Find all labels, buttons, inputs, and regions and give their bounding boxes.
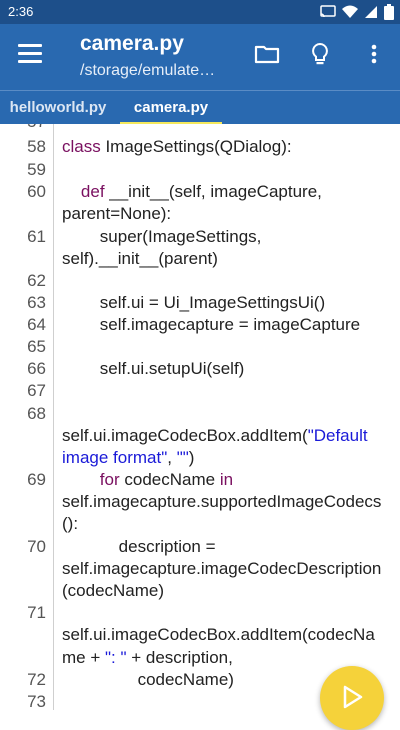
tab-label: helloworld.py (9, 99, 107, 116)
line-number: 72 (27, 670, 46, 689)
code-line-wrap: parent=None): (62, 204, 172, 223)
run-button[interactable] (320, 666, 384, 730)
menu-icon (18, 44, 42, 63)
open-folder-button[interactable] (253, 40, 281, 68)
code-line-wrap: self.imagecapture.imageCodecDescription (62, 559, 382, 578)
status-bar: 2:36 (0, 0, 400, 24)
line-number: 69 (27, 470, 46, 489)
line-number: 60 (27, 182, 46, 201)
code-line: for codecName in (62, 469, 400, 491)
string-literal: ": " (105, 648, 127, 667)
status-time: 2:36 (8, 4, 34, 19)
file-title: camera.py (80, 32, 184, 55)
suggestions-button[interactable] (306, 40, 334, 68)
keyword: for (99, 470, 120, 489)
lightbulb-icon (312, 42, 328, 65)
code-line: def __init__(self, imageCapture, (62, 181, 400, 203)
signal-icon (365, 6, 377, 18)
gutter-divider (53, 124, 54, 710)
folder-icon (254, 45, 280, 64)
code-line: self.ui.setupUi(self) (62, 359, 245, 378)
code-line: description = (62, 537, 216, 556)
keyword: in (219, 470, 234, 489)
code-text: me + (62, 648, 105, 667)
code-line-wrap: self.imagecapture.supportedImageCodecs (62, 492, 382, 511)
string-literal: "" (176, 448, 189, 467)
line-number: 67 (27, 381, 46, 400)
code-line-wrap: self).__init__(parent) (62, 249, 218, 268)
line-number: 71 (27, 603, 46, 622)
code-line-wrap: self.ui.imageCodecBox.addItem("Default (62, 425, 400, 447)
keyword: class (62, 137, 101, 156)
code-line: self.imagecapture = imageCapture (62, 315, 361, 334)
line-number: 57 (0, 124, 46, 133)
line-number: 64 (27, 315, 46, 334)
file-tabs: helloworld.py camera.py (0, 90, 400, 125)
cast-icon (320, 5, 336, 18)
code-text: + description, (126, 648, 233, 667)
code-line: super(ImageSettings, (62, 227, 262, 246)
more-vert-icon (371, 44, 377, 64)
line-number: 58 (27, 137, 46, 156)
wifi-icon (342, 5, 358, 18)
line-number: 70 (27, 537, 46, 556)
code-text: __init__(self, imageCapture, (104, 182, 322, 201)
line-number: 73 (27, 692, 46, 710)
battery-icon (384, 4, 394, 20)
status-icons (320, 4, 394, 20)
more-options-button[interactable] (360, 40, 388, 68)
code-text: codecName (119, 470, 220, 489)
line-number: 61 (27, 227, 46, 246)
code-text: self.ui.imageCodecBox.addItem( (62, 426, 308, 445)
tab-camera[interactable]: camera.py (120, 91, 222, 125)
tab-helloworld[interactable]: helloworld.py (6, 91, 110, 125)
code-line: class ImageSettings(QDialog): (62, 136, 400, 158)
tab-label: camera.py (133, 99, 209, 116)
code-editor[interactable]: 57 58 59 60 61 62 63 64 65 66 67 68 69 7… (0, 124, 400, 710)
menu-button[interactable] (18, 44, 42, 64)
code-text: , (167, 448, 177, 467)
code-text: ) (188, 448, 195, 467)
line-number: 65 (27, 337, 46, 356)
code-line-wrap: image format", "") (62, 447, 400, 469)
string-literal: image format" (62, 448, 168, 467)
line-number: 59 (27, 160, 46, 179)
line-number: 68 (27, 404, 46, 423)
code-line-wrap: (): (62, 514, 79, 533)
code-line-wrap: (codecName) (62, 581, 165, 600)
code-line: self.ui = Ui_ImageSettingsUi() (62, 293, 326, 312)
code-line-wrap: self.ui.imageCodecBox.addItem(codecNa (62, 625, 375, 644)
play-icon (343, 685, 363, 709)
line-number: 63 (27, 293, 46, 312)
string-literal: "Default (307, 426, 368, 445)
line-number: 62 (27, 271, 46, 290)
keyword: def (80, 182, 105, 201)
app-bar: camera.py /storage/emulate… (0, 24, 400, 90)
code-text: ImageSettings(QDialog): (100, 137, 292, 156)
file-path: /storage/emulate… (80, 62, 216, 79)
line-number: 66 (27, 359, 46, 378)
